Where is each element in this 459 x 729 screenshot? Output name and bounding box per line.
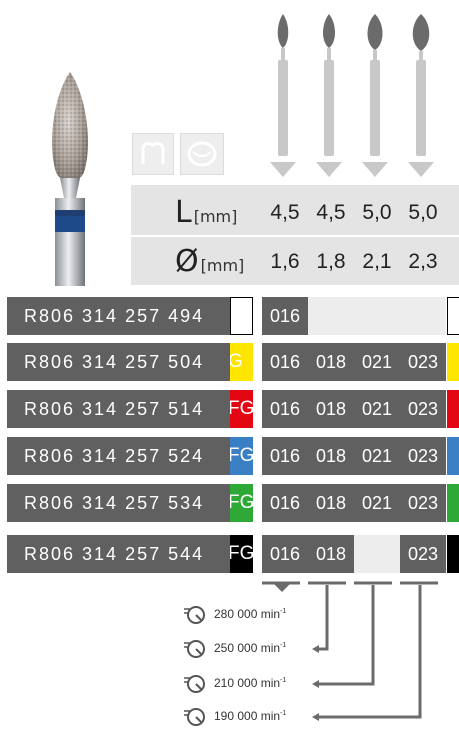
speed-dial-icon xyxy=(184,708,205,726)
speed-dial-icon xyxy=(184,675,205,693)
speed-label: 250 000 min-1 xyxy=(214,641,287,655)
speed-label: 280 000 min-1 xyxy=(214,607,287,621)
speed-label: 210 000 min-1 xyxy=(214,676,287,690)
speed-dial-icon xyxy=(184,606,205,624)
speed-dial-icon xyxy=(184,640,205,658)
speed-label: 190 000 min-1 xyxy=(214,709,287,723)
